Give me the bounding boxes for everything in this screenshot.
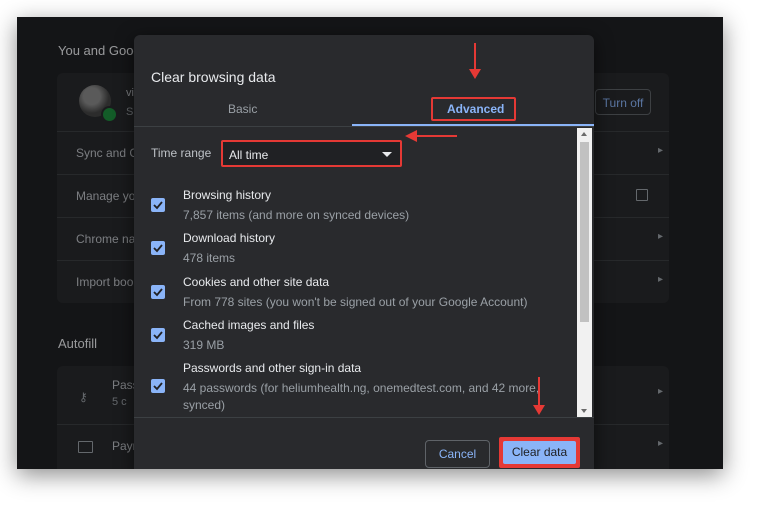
arrow-left-time-range-icon <box>405 130 457 142</box>
arrow-down-clear-data-icon <box>533 377 545 415</box>
annotation-arrows <box>405 43 545 415</box>
arrow-down-advanced-icon <box>469 43 481 79</box>
browser-window: You and Goog Sync and G ▸ Manage yo Chro… <box>17 17 723 469</box>
